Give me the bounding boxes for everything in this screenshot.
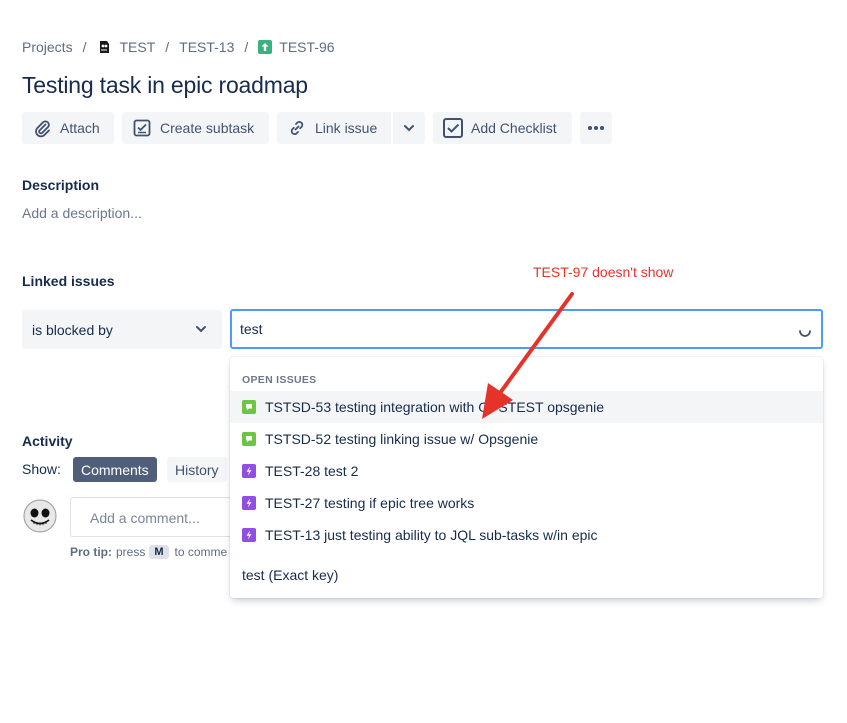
tab-comments[interactable]: Comments [73,457,157,482]
link-issue-dropdown-button[interactable] [393,112,425,144]
attach-label: Attach [60,120,100,136]
pro-tip-bold: Pro tip: [70,545,112,559]
link-type-select[interactable]: is blocked by [22,310,222,349]
breadcrumb-project-label: TEST [119,39,156,55]
linked-issues-label: Linked issues [22,273,115,289]
pro-tip-text: press [116,545,146,559]
comment-placeholder: Add a comment... [90,510,200,526]
chevron-down-icon [404,125,414,132]
service-request-icon [242,400,256,414]
create-subtask-label: Create subtask [160,120,255,136]
issue-search-dropdown: OPEN ISSUES TSTSD-53 testing integration… [230,357,823,598]
project-avatar-icon [96,39,113,55]
dropdown-option[interactable]: TEST-27 testing if epic tree works [230,487,823,519]
dropdown-option[interactable]: TSTSD-52 testing linking issue w/ Opsgen… [230,423,823,455]
add-checklist-button[interactable]: Add Checklist [433,112,572,144]
keyboard-shortcut-key: M [149,545,169,559]
pro-tip-rest: to comme [174,545,228,559]
dropdown-option[interactable]: TEST-13 just testing ability to JQL sub-… [230,519,823,551]
attach-button[interactable]: Attach [22,112,114,144]
dropdown-option[interactable]: TSTSD-53 testing integration with OPSTES… [230,391,823,423]
paperclip-icon [35,120,50,138]
link-issue-button[interactable]: Link issue [277,112,391,144]
dropdown-option-label: TSTSD-52 testing linking issue w/ Opsgen… [265,431,539,447]
dropdown-option-label: TSTSD-53 testing integration with OPSTES… [265,399,605,415]
breadcrumb-separator: / [244,39,249,55]
link-icon [290,121,304,135]
breadcrumb: Projects / TEST / TEST-13 / TEST-96 [22,38,335,56]
more-horizontal-icon [588,126,604,130]
issue-title[interactable]: Testing task in epic roadmap [22,72,308,99]
description-field[interactable]: Add a description... [22,205,142,221]
dropdown-option[interactable]: TEST-28 test 2 [230,455,823,487]
user-avatar-icon [23,499,57,533]
dropdown-section-header: OPEN ISSUES [242,374,317,386]
description-label: Description [22,177,100,193]
subtask-icon [242,528,256,542]
breadcrumb-issue-label: TEST-96 [279,39,335,55]
breadcrumb-issue[interactable]: TEST-96 [258,39,335,55]
breadcrumb-projects[interactable]: Projects [22,39,73,55]
dropdown-option-label: TEST-27 testing if epic tree works [265,495,475,511]
link-type-value: is blocked by [32,321,113,338]
link-issue-label: Link issue [315,120,378,136]
breadcrumb-project[interactable]: TEST [96,39,155,55]
create-subtask-button[interactable]: Create subtask [122,112,269,144]
show-label: Show: [22,461,61,477]
issue-search-value: test [240,321,263,337]
dropdown-option-label: TEST-13 just testing ability to JQL sub-… [265,527,598,543]
dropdown-exact-key-option[interactable]: test (Exact key) [242,567,338,583]
breadcrumb-epic[interactable]: TEST-13 [179,39,234,55]
more-actions-button[interactable] [580,112,612,144]
breadcrumb-separator: / [82,39,87,55]
pro-tip: Pro tip: press M to comme [70,545,227,559]
breadcrumb-separator: / [165,39,170,55]
subtask-checkbox-icon [133,119,151,137]
annotation-text: TEST-97 doesn't show [533,264,674,280]
tab-history[interactable]: History [167,457,227,482]
issue-search-input[interactable]: test [230,309,823,349]
checklist-icon [443,118,463,138]
add-checklist-label: Add Checklist [471,120,557,136]
chevron-down-icon [196,326,206,333]
service-request-icon [242,432,256,446]
story-icon [258,40,273,54]
subtask-icon [242,496,256,510]
subtask-icon [242,464,256,478]
loading-spinner-icon [799,330,811,337]
dropdown-option-label: TEST-28 test 2 [265,463,359,479]
activity-label: Activity [22,433,73,449]
